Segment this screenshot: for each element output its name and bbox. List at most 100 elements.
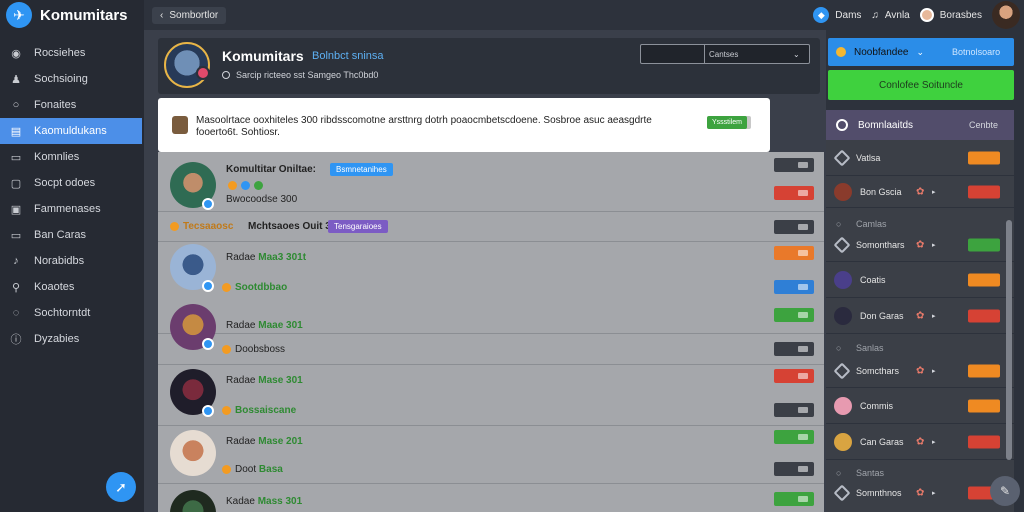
- topbar-item-1[interactable]: ♫ Avnla: [871, 10, 909, 21]
- right-item-button[interactable]: [968, 309, 1000, 322]
- member-feed: Komultitar Oniltae: Bsmnetanihes Bwocood…: [158, 152, 824, 512]
- right-item-label: Commis: [860, 400, 893, 411]
- arrow-right-icon: ▸: [932, 367, 936, 375]
- dropdown-value: Botnolsoaro: [952, 47, 1001, 57]
- right-list-item[interactable]: Coatis: [826, 262, 1014, 298]
- row-action-button[interactable]: [774, 430, 814, 444]
- member-detail: Doobsboss: [222, 344, 285, 355]
- sidebar-item-7[interactable]: ▭ Ban Caras: [0, 222, 144, 248]
- sidebar-item-label: Koaotes: [34, 281, 75, 293]
- row-action-button[interactable]: [774, 492, 814, 506]
- member-avatar[interactable]: [170, 430, 216, 476]
- member-name-text: Radae: [226, 252, 256, 263]
- sidebar-item-9[interactable]: ⚲ Koaotes: [0, 274, 144, 300]
- feed-row[interactable]: Komultitar Oniltae: Bsmnetanihes Bwocood…: [158, 152, 824, 212]
- notice-toggle-button[interactable]: Yssstilem: [707, 116, 747, 129]
- feature-dropdown-button[interactable]: Noobfandee ⌄ Botnolsoaro: [828, 38, 1014, 66]
- member-prefix: Tecsaaosc: [170, 221, 233, 232]
- sidebar-item-0[interactable]: ◉ Rocsiehes: [0, 40, 144, 66]
- member-name: Radae Maa3 301t: [226, 252, 306, 263]
- right-item-button[interactable]: [968, 399, 1000, 412]
- topbar-item-2[interactable]: Borasbes: [919, 8, 982, 22]
- feed-row[interactable]: Radae Mase 201 Doot Basa: [158, 426, 824, 484]
- member-name: Radae Mase 301: [226, 375, 303, 386]
- sidebar-item-4[interactable]: ▭ Komnlies: [0, 144, 144, 170]
- member-name-text: Radae: [226, 375, 256, 386]
- right-item-button[interactable]: [968, 364, 1000, 377]
- row-action-button[interactable]: [774, 342, 814, 356]
- right-list-item[interactable]: Vatlsa: [826, 140, 1014, 176]
- right-item-button[interactable]: [968, 273, 1000, 286]
- filter-select[interactable]: Cantses ⌄: [640, 44, 810, 64]
- member-avatar[interactable]: [170, 490, 216, 512]
- right-item-button[interactable]: [968, 185, 1000, 198]
- sidebar-item-3[interactable]: ▤ Kaomuldukans: [0, 118, 142, 144]
- page-subtitle[interactable]: Bolnbct sninsa: [312, 50, 384, 62]
- back-label: Sombortlor: [169, 9, 219, 21]
- badge-icon: [196, 66, 210, 80]
- member-tag[interactable]: Bsmnetanihes: [330, 163, 393, 176]
- sidebar-item-label: Kaomuldukans: [34, 125, 107, 137]
- compose-fab-button[interactable]: ➚: [106, 472, 136, 502]
- member-tag[interactable]: Tensgaraioes: [328, 220, 388, 233]
- feed-row[interactable]: Kadae Mass 301: [158, 484, 824, 512]
- sidebar-item-11[interactable]: ⓘ Dyzabies: [0, 326, 144, 352]
- sidebar-item-label: Norabidbs: [34, 255, 85, 267]
- row-action-button[interactable]: [774, 308, 814, 322]
- sidebar-item-1[interactable]: ♟ Sochsioing: [0, 66, 144, 92]
- arrow-right-icon: ▸: [932, 438, 936, 446]
- sidebar-item-2[interactable]: ○ Fonaites: [0, 92, 144, 118]
- right-list-item[interactable]: Don Garas ✿ ▸: [826, 298, 1014, 334]
- flower-icon: ✿: [916, 186, 925, 197]
- right-item-button[interactable]: [968, 435, 1000, 448]
- sidebar-item-5[interactable]: ▢ Socpt odoes: [0, 170, 144, 196]
- page-meta: Sarcip ricteeo sst Samgeo Thc0bd0: [222, 70, 378, 80]
- right-list-item[interactable]: Somnthnos ✿ ▸: [826, 476, 1014, 510]
- community-avatar[interactable]: [164, 42, 210, 88]
- row-action-button[interactable]: [774, 186, 814, 200]
- flower-icon: ✿: [916, 365, 925, 376]
- right-list-item[interactable]: Can Garas ✿ ▸: [826, 424, 1014, 460]
- topbar: ‹ Sombortlor ◆ Dams ♫ Avnla Borasbes: [144, 0, 1024, 30]
- right-list-item[interactable]: Bon Gscia ✿ ▸: [826, 176, 1014, 208]
- right-list-item[interactable]: Somonthars ✿ ▸: [826, 228, 1014, 262]
- right-item-button[interactable]: [968, 151, 1000, 164]
- feed-row[interactable]: Radae Mase 301 Bossaiscane: [158, 364, 824, 426]
- profile-avatar[interactable]: [992, 1, 1020, 29]
- page-title: Komumitars: [222, 48, 304, 64]
- bell-icon: ♪: [13, 255, 19, 267]
- sidebar-item-8[interactable]: ♪ Norabidbs: [0, 248, 144, 274]
- help-button[interactable]: ✎: [990, 476, 1020, 506]
- action-icon: [798, 434, 808, 440]
- select-search-area[interactable]: [641, 45, 705, 63]
- right-list-item[interactable]: Commis: [826, 388, 1014, 424]
- right-list-item[interactable]: Somcthars ✿ ▸: [826, 354, 1014, 388]
- right-list-tab[interactable]: Cenbte: [969, 120, 998, 130]
- right-item-button[interactable]: [968, 238, 1000, 251]
- right-item-label: Somonthars: [856, 239, 905, 250]
- topbar-item-0[interactable]: ◆ Dams: [813, 7, 861, 23]
- chevron-left-icon: ‹: [160, 9, 164, 21]
- row-action-button[interactable]: [774, 246, 814, 260]
- verified-icon: [202, 405, 214, 417]
- right-list-scrollbar[interactable]: [1006, 220, 1012, 460]
- brand[interactable]: ✈ Komumitars: [0, 0, 144, 30]
- sidebar-item-10[interactable]: ◌ Sochtorntdt: [0, 300, 144, 326]
- create-button[interactable]: Conlofee Soituncle: [828, 70, 1014, 100]
- chevron-down-icon: ⌄: [916, 46, 925, 57]
- feed-row[interactable]: Tecsaaosc Mchtsaoes Ouit 3c Tensgaraioes: [158, 212, 824, 242]
- feed-row[interactable]: Radae Maae 301 Doobsboss: [158, 320, 824, 364]
- edit-icon: ➚: [115, 478, 127, 495]
- row-action-button[interactable]: [774, 220, 814, 234]
- member-detail-text: Sootdbbao: [235, 282, 288, 293]
- edit-icon: ✎: [999, 484, 1011, 498]
- row-action-button[interactable]: [774, 158, 814, 172]
- back-button[interactable]: ‹ Sombortlor: [152, 6, 227, 24]
- row-action-button[interactable]: [774, 369, 814, 383]
- row-action-button[interactable]: [774, 462, 814, 476]
- row-action-button[interactable]: [774, 280, 814, 294]
- row-action-button[interactable]: [774, 403, 814, 417]
- right-item-label: Somcthars: [856, 365, 900, 376]
- sidebar-item-6[interactable]: ▣ Fammenases: [0, 196, 144, 222]
- circle-icon: [836, 119, 848, 131]
